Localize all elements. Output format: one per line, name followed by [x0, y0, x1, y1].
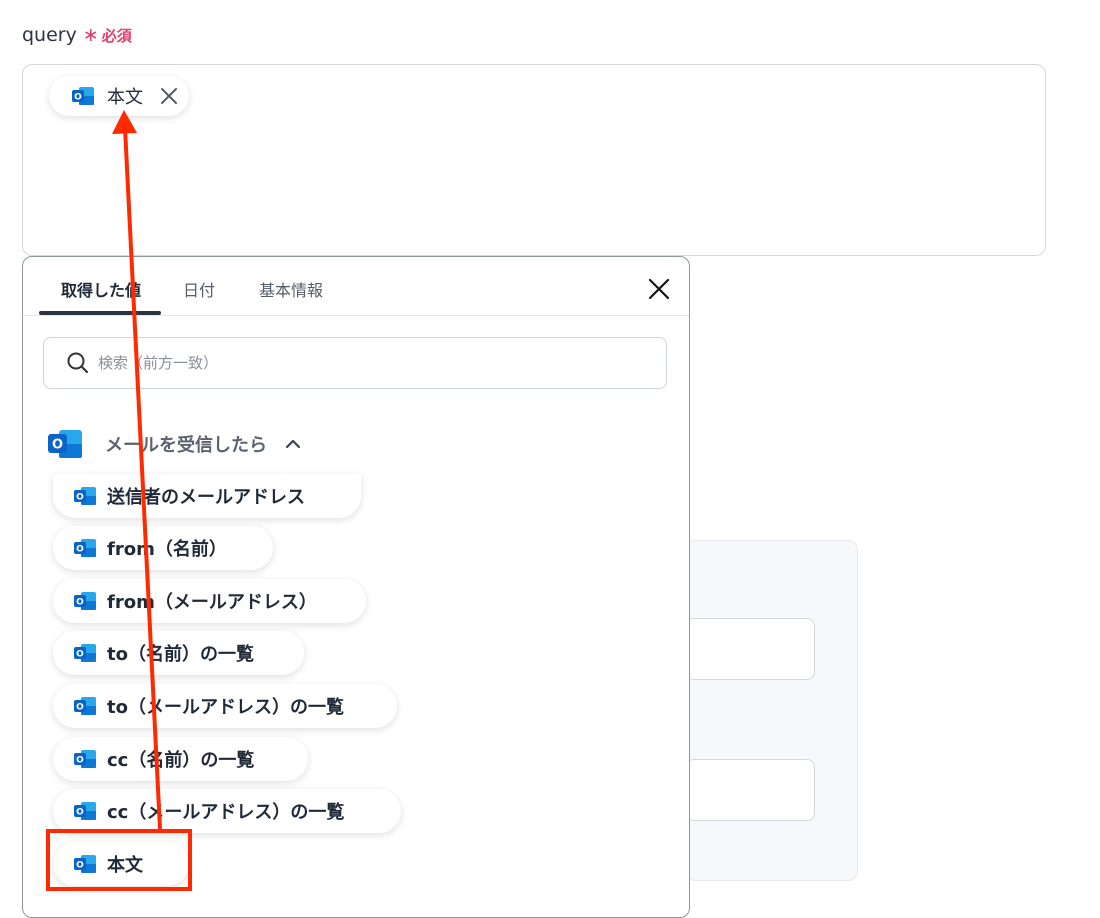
background-input[interactable] [686, 759, 815, 821]
list-item[interactable]: O to（名前）の一覧 [53, 631, 304, 675]
svg-text:O: O [76, 808, 84, 818]
search-input[interactable] [96, 353, 600, 373]
svg-text:O: O [76, 598, 84, 608]
list-item[interactable]: O from（メールアドレス） [53, 579, 366, 623]
svg-text:O: O [76, 493, 84, 503]
annotation-highlight-box [46, 829, 192, 891]
list-item-label: cc（メールアドレス）の一覧 [107, 802, 345, 823]
outlook-icon: O [74, 539, 96, 557]
svg-text:O: O [52, 438, 63, 453]
svg-text:O: O [76, 756, 84, 766]
group-title: メールを受信したら [105, 435, 267, 456]
background-panel [686, 540, 858, 881]
outlook-icon: O [74, 750, 96, 768]
tab-acquired-values[interactable]: 取得した値 [61, 277, 141, 301]
field-name: query [22, 24, 77, 46]
outlook-icon: O [74, 644, 96, 662]
field-label: query ∗ 必須 [22, 24, 132, 46]
tab-date[interactable]: 日付 [183, 277, 215, 301]
search-field[interactable] [43, 337, 667, 389]
search-icon [67, 352, 89, 374]
list-item[interactable]: O 送信者のメールアドレス [53, 474, 361, 518]
svg-text:O: O [74, 93, 82, 103]
outlook-icon: O [74, 592, 96, 610]
list-item-label: from（名前） [107, 539, 227, 560]
background-input[interactable] [686, 618, 815, 680]
list-item-label: 送信者のメールアドレス [107, 487, 305, 508]
close-icon[interactable] [159, 86, 179, 106]
outlook-icon: O [48, 430, 82, 458]
outlook-icon: O [74, 487, 96, 505]
query-chip-label: 本文 [107, 87, 143, 108]
outlook-icon: O [74, 802, 96, 820]
list-item-label: cc（名前）の一覧 [107, 750, 255, 771]
required-badge: 必須 [101, 27, 132, 45]
tab-bar: 取得した値 日付 基本情報 [23, 257, 689, 316]
query-input[interactable]: O 本文 [22, 64, 1046, 256]
group-header-mail-received[interactable]: O メールを受信したら [47, 427, 301, 461]
list-item[interactable]: O to（メールアドレス）の一覧 [53, 684, 397, 728]
outlook-icon: O [72, 87, 94, 105]
list-item[interactable]: O from（名前） [53, 526, 273, 570]
value-picker-dropdown: 取得した値 日付 基本情報 O メールを受信したら O 送信者のメールアドレス … [22, 256, 690, 918]
tab-basic-info[interactable]: 基本情報 [259, 277, 323, 301]
list-item-label: to（メールアドレス）の一覧 [107, 697, 344, 718]
chevron-up-icon[interactable] [285, 436, 301, 452]
list-item-label: from（メールアドレス） [107, 592, 317, 613]
query-value-chip[interactable]: O 本文 [49, 76, 189, 116]
svg-text:O: O [76, 545, 84, 555]
outlook-icon: O [74, 697, 96, 715]
required-star: ∗ [82, 24, 99, 46]
svg-text:O: O [76, 650, 84, 660]
active-tab-indicator [39, 311, 161, 315]
list-item[interactable]: O cc（名前）の一覧 [53, 737, 308, 781]
list-item[interactable]: O cc（メールアドレス）の一覧 [53, 789, 401, 833]
list-item-label: to（名前）の一覧 [107, 644, 254, 665]
close-icon[interactable] [647, 277, 671, 301]
svg-text:O: O [76, 703, 84, 713]
